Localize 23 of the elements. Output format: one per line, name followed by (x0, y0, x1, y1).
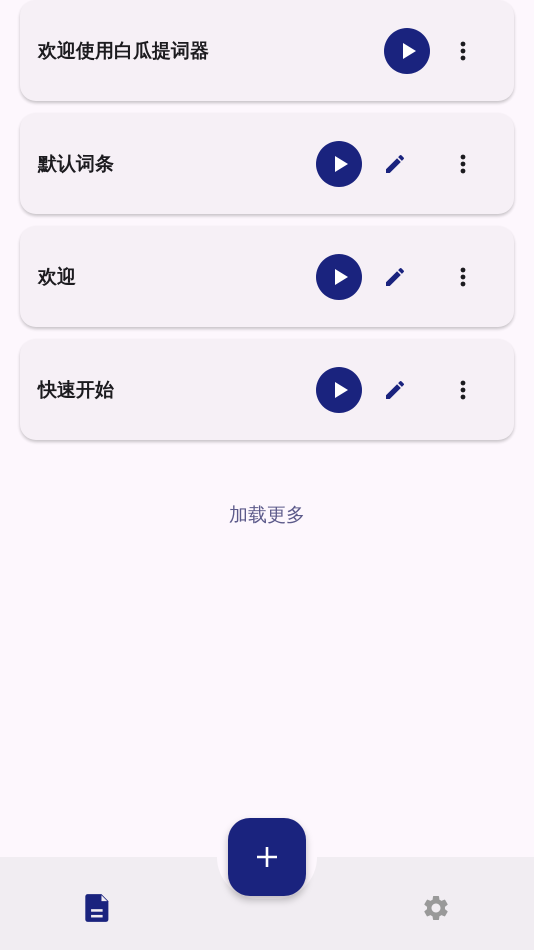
plus-icon (256, 846, 278, 868)
more-icon (460, 380, 466, 400)
play-button[interactable] (316, 254, 362, 300)
play-icon (332, 154, 348, 172)
play-icon (400, 42, 416, 60)
more-icon (460, 266, 466, 286)
more-icon (460, 40, 466, 60)
play-button[interactable] (384, 28, 430, 74)
more-icon (460, 154, 466, 174)
prompt-title: 默认词条 (38, 152, 115, 176)
prompt-card[interactable]: 快速开始 (20, 339, 514, 440)
prompt-title: 欢迎 (38, 264, 77, 290)
prompt-title: 欢迎使用白瓜提词器 (38, 38, 210, 64)
prompt-card[interactable]: 欢迎 (20, 226, 514, 327)
play-button[interactable] (316, 366, 362, 412)
prompt-card[interactable]: 默认词条 (20, 113, 514, 214)
play-button[interactable] (316, 140, 362, 186)
add-button[interactable] (228, 818, 306, 896)
prompt-card[interactable]: 欢迎使用白瓜提词器 (20, 0, 514, 101)
play-icon (332, 380, 348, 398)
prompt-title: 快速开始 (38, 378, 115, 402)
play-icon (332, 268, 348, 286)
load-more-button[interactable]: 加载更多 (225, 496, 309, 534)
